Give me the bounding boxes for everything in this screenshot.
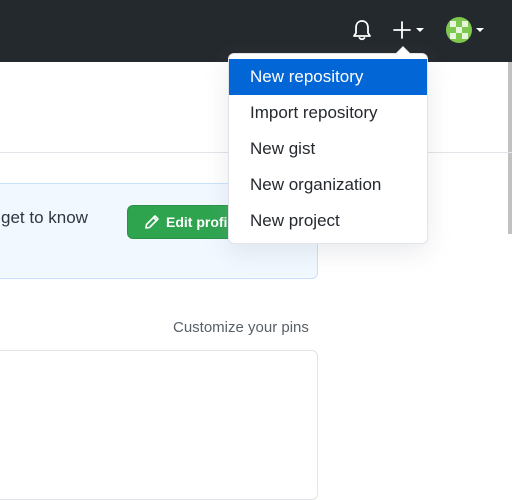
pinned-repos-box <box>0 350 318 500</box>
user-menu-button[interactable] <box>446 16 484 44</box>
welcome-text: get to know <box>1 208 88 227</box>
pencil-icon <box>144 214 160 230</box>
bell-icon <box>353 20 371 41</box>
chevron-down-icon <box>416 28 424 32</box>
avatar <box>446 17 472 43</box>
menu-item-new-repository[interactable]: New repository <box>229 59 427 95</box>
menu-item-new-organization[interactable]: New organization <box>229 167 427 203</box>
create-new-button[interactable] <box>392 18 424 42</box>
menu-item-import-repository[interactable]: Import repository <box>229 95 427 131</box>
edit-profile-label: Edit profi <box>166 214 228 230</box>
scrollbar[interactable] <box>508 62 512 234</box>
menu-item-new-gist[interactable]: New gist <box>229 131 427 167</box>
plus-icon <box>393 21 411 39</box>
notifications-button[interactable] <box>352 18 374 42</box>
chevron-down-icon <box>476 28 484 32</box>
customize-pins-link[interactable]: Customize your pins <box>173 319 309 336</box>
menu-item-new-project[interactable]: New project <box>229 203 427 239</box>
create-dropdown-menu: New repository Import repository New gis… <box>228 46 428 244</box>
